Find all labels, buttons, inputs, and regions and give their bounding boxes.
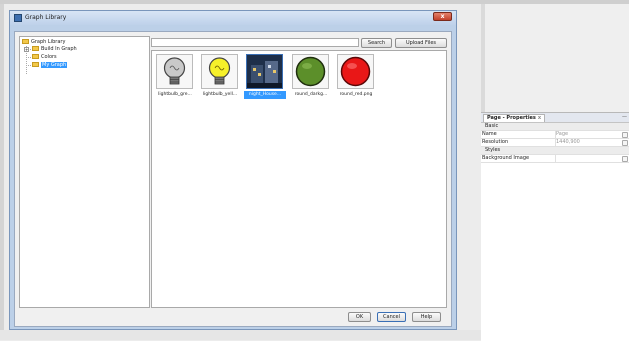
folder-tree: Graph Library + Build In Graph Colors My… bbox=[19, 36, 150, 308]
status-strip bbox=[0, 330, 481, 340]
thumbnail-caption: round_darkg... bbox=[294, 92, 328, 97]
property-value[interactable]: Page bbox=[556, 131, 568, 138]
close-button[interactable]: x bbox=[433, 12, 452, 21]
tree-item-colors[interactable]: Colors bbox=[32, 54, 57, 61]
tab-close-icon[interactable]: x bbox=[538, 115, 541, 121]
properties-tab-label: Page - Properties bbox=[487, 115, 536, 121]
tree-item-label: My Graph bbox=[41, 62, 68, 68]
ok-button[interactable]: OK bbox=[348, 312, 371, 322]
section-basic[interactable]: Basic bbox=[481, 123, 629, 131]
thumbnail-item[interactable]: round_darkg... bbox=[290, 54, 332, 101]
folder-icon bbox=[32, 46, 39, 51]
properties-titlebar: Page - Properties x — bbox=[481, 113, 629, 123]
thumbnail-item[interactable]: lightbulb_yell... bbox=[199, 54, 241, 101]
lightbulb-on-icon bbox=[208, 57, 231, 85]
thumbnail-caption: night_House... bbox=[244, 91, 286, 99]
folder-icon bbox=[32, 62, 39, 67]
tree-item-label: Colors bbox=[41, 54, 57, 60]
graph-library-dialog: Graph Library x Graph Library + Build In… bbox=[9, 10, 457, 330]
tab-page-properties[interactable]: Page - Properties x bbox=[483, 114, 546, 122]
property-value[interactable]: 1440,900 bbox=[556, 139, 580, 146]
property-row-resolution[interactable]: Resolution 1440,900 bbox=[481, 139, 629, 147]
lightbulb-off-icon bbox=[163, 57, 186, 85]
tree-item-label: Graph Library bbox=[31, 39, 66, 45]
upload-files-button[interactable]: Upload Files bbox=[395, 38, 447, 48]
dialog-title-bar[interactable]: Graph Library x bbox=[10, 11, 456, 25]
property-row-name[interactable]: Name Page bbox=[481, 131, 629, 139]
night-house-icon bbox=[247, 55, 282, 88]
thumbnail-item-selected[interactable]: night_House... bbox=[244, 54, 286, 101]
dialog-body: Graph Library + Build In Graph Colors My… bbox=[14, 31, 452, 327]
app-icon bbox=[14, 14, 22, 22]
cancel-button[interactable]: Cancel bbox=[377, 312, 406, 322]
folder-icon bbox=[22, 39, 29, 44]
search-input[interactable] bbox=[151, 38, 359, 47]
property-key: Name bbox=[482, 131, 497, 137]
tree-item-my-graph[interactable]: My Graph bbox=[32, 62, 68, 69]
dialog-title: Graph Library bbox=[25, 14, 67, 21]
folder-icon bbox=[32, 54, 39, 59]
property-key: Background Image bbox=[482, 155, 530, 161]
thumbnail-item[interactable]: lightbulb_gre... bbox=[154, 54, 196, 101]
thumbnail-caption: lightbulb_yell... bbox=[202, 92, 238, 97]
tree-item-build-in-graph[interactable]: Build In Graph bbox=[32, 46, 77, 53]
expand-icon[interactable]: + bbox=[24, 47, 29, 52]
round-darkgreen-icon bbox=[295, 56, 326, 87]
ellipsis-button[interactable] bbox=[622, 132, 628, 138]
help-button[interactable]: Help bbox=[412, 312, 441, 322]
minimize-icon[interactable]: — bbox=[622, 114, 627, 120]
thumbnail-grid: lightbulb_gre... lightbulb_yell... night… bbox=[151, 50, 447, 308]
thumbnail-caption: lightbulb_gre... bbox=[158, 92, 192, 97]
section-styles[interactable]: Styles bbox=[481, 147, 629, 155]
thumbnail-caption: round_red.png bbox=[339, 92, 373, 97]
thumbnail-item[interactable]: round_red.png bbox=[335, 54, 377, 101]
property-key: Resolution bbox=[482, 139, 509, 145]
properties-panel: Page - Properties x — Basic Name Page Res… bbox=[481, 112, 629, 341]
round-red-icon bbox=[340, 56, 371, 87]
tree-item-graph-library[interactable]: Graph Library bbox=[22, 39, 65, 46]
ellipsis-button[interactable] bbox=[622, 140, 628, 146]
search-button[interactable]: Search bbox=[361, 38, 392, 48]
canvas-area bbox=[481, 4, 629, 112]
property-row-background-image[interactable]: Background Image bbox=[481, 155, 629, 163]
section-label: Basic bbox=[485, 123, 499, 129]
tree-item-label: Build In Graph bbox=[41, 46, 77, 52]
section-label: Styles bbox=[485, 147, 501, 153]
ellipsis-button[interactable] bbox=[622, 156, 628, 162]
window-left-border bbox=[0, 4, 4, 340]
